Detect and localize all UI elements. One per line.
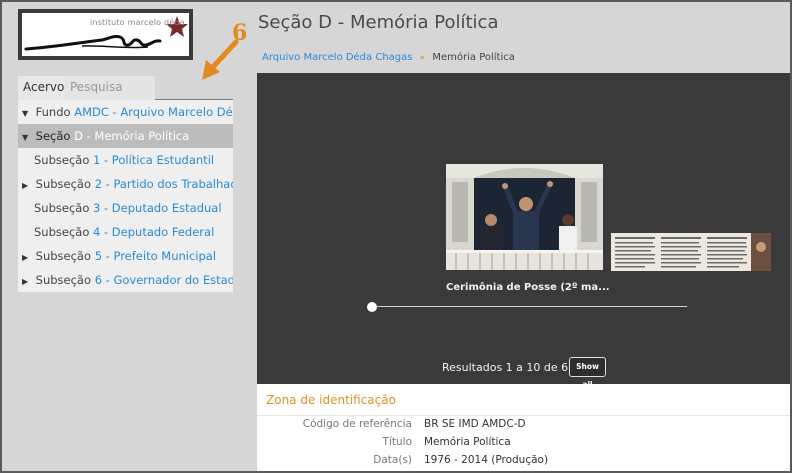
tree-item-secao-d[interactable]: ▼ Seção D - Memória Política [18, 124, 233, 148]
breadcrumb-separator-icon: » [419, 53, 426, 63]
tree-item-prefix: Subseção [34, 201, 90, 215]
field-value-datas: 1976 - 2014 (Produção) [424, 454, 549, 466]
tree-item-label[interactable]: D - Memória Política [74, 129, 189, 143]
field-label-datas: Data(s) [373, 454, 412, 466]
tree-item-subsecao-5[interactable]: ▶ Subseção 5 - Prefeito Municipal [18, 244, 233, 268]
thumbnail-cerimonia-posse[interactable] [446, 164, 603, 270]
sidebar-tabs: Acervo Pesquisa rápida [18, 76, 233, 116]
tree-item-subsecao-3[interactable]: Subseção 3 - Deputado Estadual [18, 196, 233, 220]
expanded-triangle-icon[interactable]: ▼ [22, 126, 32, 148]
tab-acervo[interactable]: Acervo [18, 76, 65, 100]
results-count: Resultados 1 a 10 de 63 [442, 361, 576, 374]
breadcrumb: Arquivo Marcelo Déda Chagas » Memória Po… [262, 52, 515, 63]
expanded-triangle-icon[interactable]: ▼ [22, 102, 32, 124]
field-value-codigo: BR SE IMD AMDC-D [424, 418, 526, 430]
site-logo[interactable]: instituto marcelo déda [18, 9, 193, 60]
collapsed-triangle-icon[interactable]: ▶ [22, 174, 32, 196]
tree-item-label[interactable]: 6 - Governador do Estado [95, 273, 233, 287]
tree-item-prefix: Subseção [34, 225, 90, 239]
newspaper-photo [611, 233, 771, 271]
tree-item-prefix: Subseção [35, 273, 92, 287]
tree-item-prefix: Subseção [35, 249, 92, 263]
thumbnail-caption: Cerimônia de Posse (2º ma... [446, 282, 610, 293]
tree-item-label[interactable]: 3 - Deputado Estadual [93, 201, 222, 215]
tree-item-subsecao-4[interactable]: Subseção 4 - Deputado Federal [18, 220, 233, 244]
thumbnail-newspaper-clipping[interactable] [611, 233, 771, 271]
tab-pesquisa-rapida[interactable]: Pesquisa rápida [65, 76, 155, 116]
field-value-titulo: Memória Política [424, 436, 511, 448]
tree-item-label[interactable]: AMDC - Arquivo Marcelo Déda ... [74, 105, 233, 119]
tree-item-prefix: Subseção [34, 153, 90, 167]
tree-item-label[interactable]: 2 - Partido dos Trabalhadores [95, 177, 233, 191]
hierarchy-tree: ▼ Fundo AMDC - Arquivo Marcelo Déda ... … [18, 100, 233, 292]
tree-item-label[interactable]: 5 - Prefeito Municipal [95, 249, 216, 263]
breadcrumb-current: Memória Política [432, 52, 515, 63]
show-all-button[interactable]: Show all [569, 357, 606, 389]
tree-item-subsecao-2[interactable]: ▶ Subseção 2 - Partido dos Trabalhadores [18, 172, 233, 196]
tree-item-fundo[interactable]: ▼ Fundo AMDC - Arquivo Marcelo Déda ... [18, 100, 233, 124]
tree-item-label[interactable]: 1 - Política Estudantil [93, 153, 214, 167]
collapsed-triangle-icon[interactable]: ▶ [22, 246, 32, 268]
identification-zone: Zona de identificação Código de referênc… [257, 384, 790, 471]
tree-item-prefix: Fundo [35, 105, 71, 119]
page-title: Seção D - Memória Política [258, 12, 499, 33]
tree-item-subsecao-1[interactable]: Subseção 1 - Política Estudantil [18, 148, 233, 172]
carousel-slider-track[interactable] [371, 306, 687, 307]
tree-item-prefix: Subseção [35, 177, 92, 191]
field-label-titulo: Título [382, 436, 412, 448]
logo-text: instituto marcelo déda [90, 18, 185, 27]
tree-item-subsecao-6[interactable]: ▶ Subseção 6 - Governador do Estado [18, 268, 233, 292]
zone-divider [257, 415, 790, 416]
digital-object-carousel: Cerimônia de Posse (2º ma... Resultados … [257, 73, 790, 389]
ceremony-photo [446, 164, 603, 270]
carousel-slider-handle[interactable] [367, 302, 377, 312]
breadcrumb-link[interactable]: Arquivo Marcelo Déda Chagas [262, 52, 412, 63]
field-label-codigo: Código de referência [302, 418, 412, 430]
tree-item-label[interactable]: 4 - Deputado Federal [93, 225, 214, 239]
tree-item-prefix: Seção [35, 129, 71, 143]
collapsed-triangle-icon[interactable]: ▶ [22, 270, 32, 292]
zone-title[interactable]: Zona de identificação [266, 393, 396, 407]
